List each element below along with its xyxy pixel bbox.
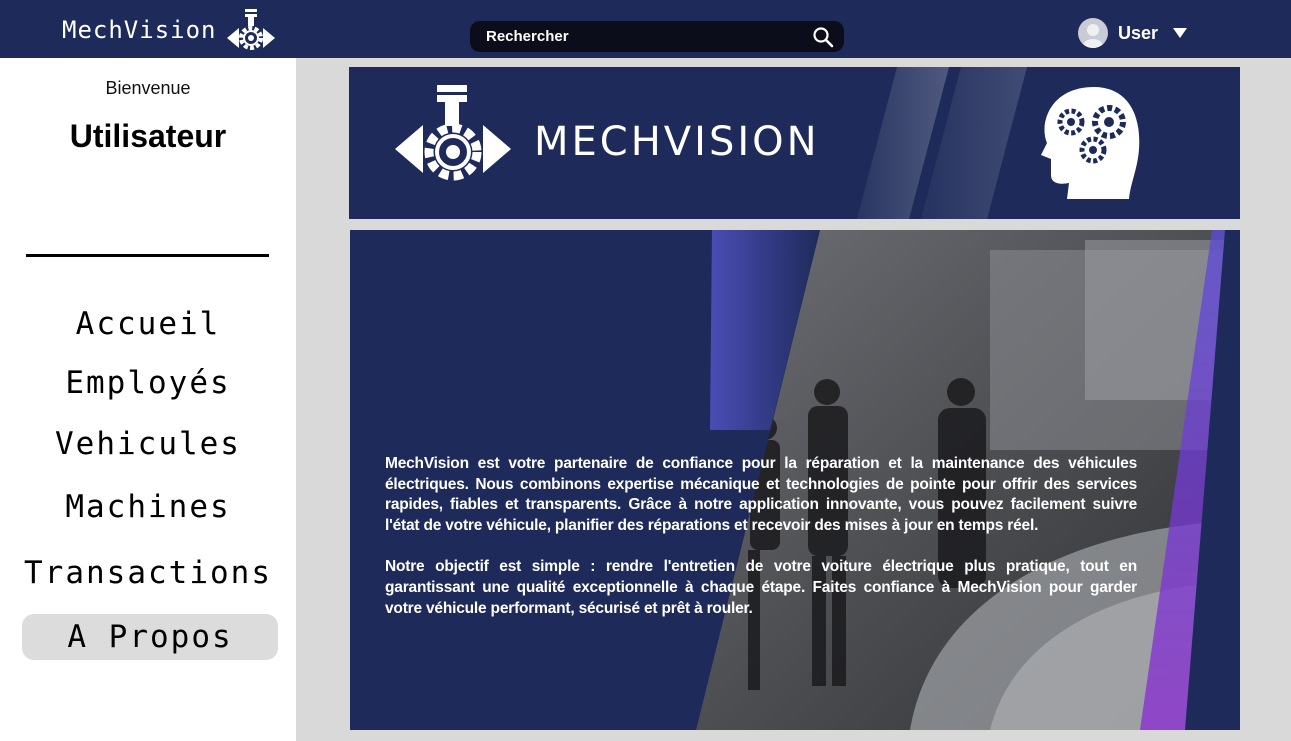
sidebar-item-employes[interactable]: Employés <box>0 365 296 401</box>
search-input[interactable] <box>470 21 812 52</box>
avatar[interactable] <box>1078 18 1108 48</box>
head-gears-icon <box>1041 87 1140 199</box>
piston-gear-eye-icon <box>226 9 275 50</box>
search-icon[interactable] <box>812 26 834 48</box>
brand-name: MechVision <box>62 16 217 44</box>
banner-title: MECHVISION <box>534 119 820 165</box>
caret-down-icon[interactable] <box>1172 27 1188 39</box>
about-panel: MechVision est votre partenaire de confi… <box>350 230 1240 730</box>
sidebar-divider <box>26 254 269 257</box>
search-bar[interactable] <box>470 21 844 52</box>
about-paragraph-1: MechVision est votre partenaire de confi… <box>385 455 1137 534</box>
brand[interactable]: MechVision <box>62 9 277 50</box>
about-paragraph-2: Notre objectif est simple : rendre l'ent… <box>385 558 1137 617</box>
welcome-text: Bienvenue <box>105 78 191 98</box>
user-name: User <box>1118 22 1159 43</box>
about-text: MechVision est votre partenaire de confi… <box>385 454 1137 619</box>
user-menu[interactable]: User <box>1078 17 1188 49</box>
top-bar: MechVision User <box>0 0 1291 58</box>
user-icon <box>1083 24 1103 48</box>
banner: MECHVISION <box>349 67 1240 219</box>
piston-gear-eye-icon <box>395 85 511 181</box>
sidebar-item-machines[interactable]: Machines <box>0 489 296 525</box>
sidebar-item-vehicules[interactable]: Vehicules <box>0 426 296 462</box>
sidebar: Bienvenue Utilisateur Accueil Employés V… <box>0 58 296 741</box>
username-title: Utilisateur <box>69 118 227 154</box>
sidebar-item-transactions[interactable]: Transactions <box>0 555 296 591</box>
sidebar-item-accueil[interactable]: Accueil <box>0 306 296 342</box>
sidebar-item-a-propos[interactable]: A Propos <box>22 614 278 660</box>
